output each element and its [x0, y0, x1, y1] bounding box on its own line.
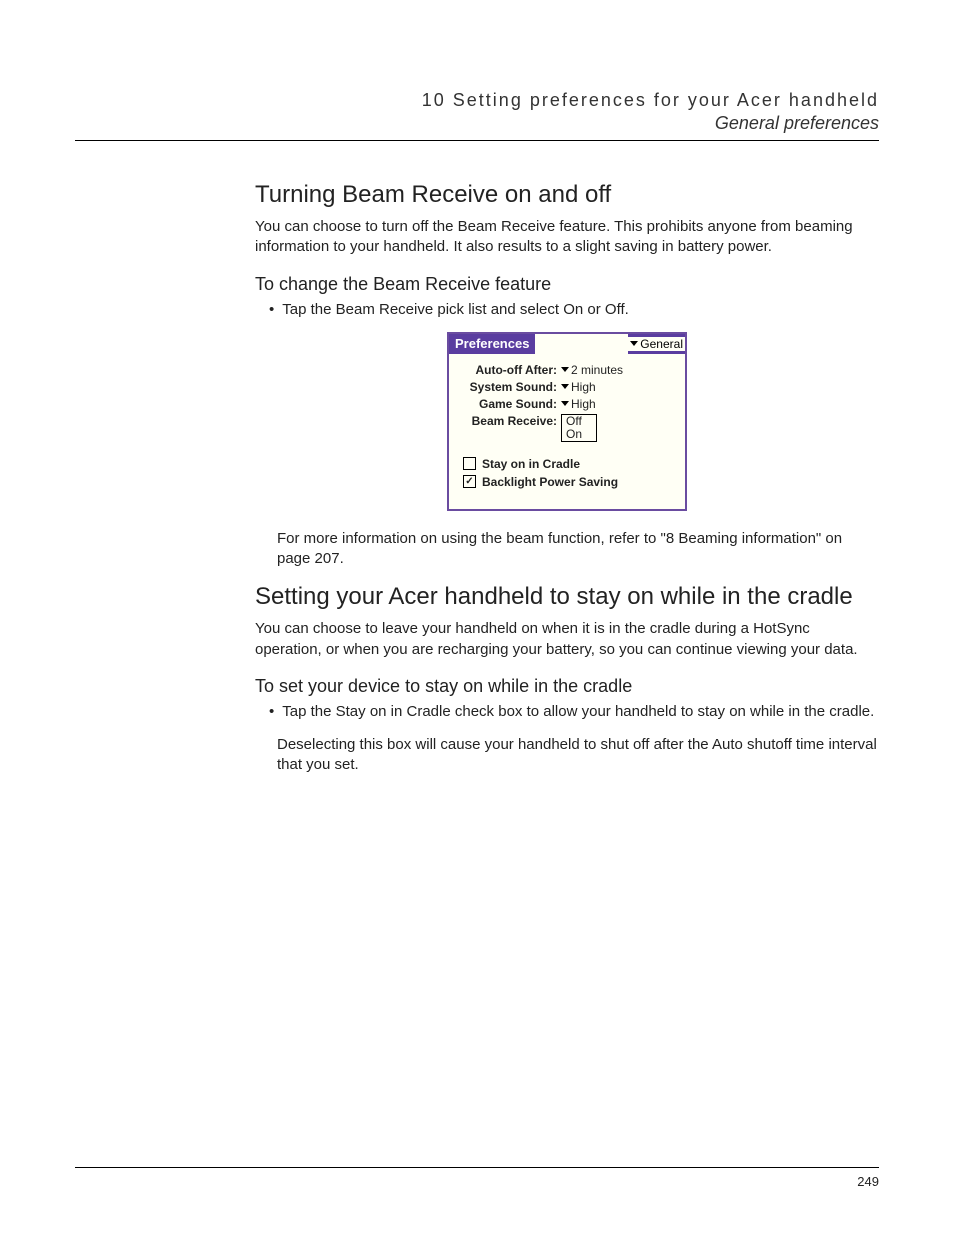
para-stay-on: You can choose to leave your handheld on…: [255, 619, 879, 660]
palm-title: Preferences: [449, 334, 537, 354]
checkbox-backlight[interactable]: [463, 475, 476, 488]
palm-screenshot: Preferences General Auto-off After: 2 mi…: [447, 332, 687, 511]
label-system-sound: System Sound:: [457, 380, 561, 394]
palm-category-picker[interactable]: General: [628, 337, 685, 351]
value-game-sound: High: [571, 397, 596, 411]
header-rule: [75, 140, 879, 141]
dropdown-icon: [630, 341, 638, 346]
section-subtitle: General preferences: [75, 113, 879, 134]
picker-system-sound[interactable]: High: [561, 380, 596, 394]
picker-auto-off[interactable]: 2 minutes: [561, 363, 623, 377]
heading-beam-receive: Turning Beam Receive on and off: [255, 181, 879, 209]
dropdown-icon: [561, 401, 569, 406]
note-beam-xref: For more information on using the beam f…: [277, 529, 879, 570]
value-auto-off: 2 minutes: [571, 363, 623, 377]
chapter-title: 10 Setting preferences for your Acer han…: [75, 90, 879, 111]
page-number: 249: [75, 1174, 879, 1189]
dropdown-icon: [561, 367, 569, 372]
bullet-beam-instruction: Tap the Beam Receive pick list and selec…: [269, 301, 879, 318]
palm-category-label: General: [640, 337, 683, 351]
heading-stay-on: Setting your Acer handheld to stay on wh…: [255, 583, 879, 611]
label-backlight: Backlight Power Saving: [482, 475, 618, 489]
label-game-sound: Game Sound:: [457, 397, 561, 411]
picker-beam-receive[interactable]: Off On: [561, 414, 597, 442]
label-stay-on: Stay on in Cradle: [482, 457, 580, 471]
para-beam-receive: You can choose to turn off the Beam Rece…: [255, 217, 879, 258]
subheading-change-beam: To change the Beam Receive feature: [255, 274, 879, 295]
value-system-sound: High: [571, 380, 596, 394]
checkbox-stay-on[interactable]: [463, 457, 476, 470]
picker-game-sound[interactable]: High: [561, 397, 596, 411]
subheading-set-stay-on: To set your device to stay on while in t…: [255, 676, 879, 697]
bullet-stay-on-instruction: Tap the Stay on in Cradle check box to a…: [269, 703, 879, 720]
note-deselect: Deselecting this box will cause your han…: [277, 735, 879, 776]
dropdown-icon: [561, 384, 569, 389]
option-on[interactable]: On: [566, 428, 592, 441]
label-beam-receive: Beam Receive:: [457, 414, 561, 428]
option-off[interactable]: Off: [566, 415, 592, 428]
label-auto-off: Auto-off After:: [457, 363, 561, 377]
footer-rule: [75, 1167, 879, 1168]
